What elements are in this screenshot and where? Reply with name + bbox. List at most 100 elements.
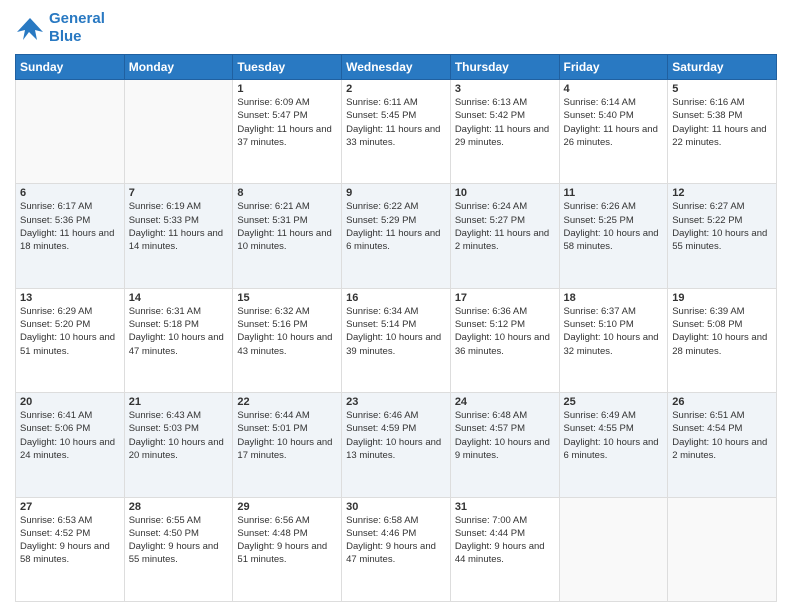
sunset-text: Sunset: 5:22 PM bbox=[672, 214, 772, 227]
sunset-text: Sunset: 4:54 PM bbox=[672, 422, 772, 435]
sunset-text: Sunset: 4:52 PM bbox=[20, 527, 120, 540]
daylight-text: Daylight: 11 hours and 33 minutes. bbox=[346, 123, 446, 150]
daylight-text: Daylight: 10 hours and 43 minutes. bbox=[237, 331, 337, 358]
sunrise-text: Sunrise: 6:36 AM bbox=[455, 305, 555, 318]
daylight-text: Daylight: 9 hours and 58 minutes. bbox=[20, 540, 120, 567]
sunrise-text: Sunrise: 6:16 AM bbox=[672, 96, 772, 109]
daylight-text: Daylight: 11 hours and 37 minutes. bbox=[237, 123, 337, 150]
week-row-4: 20Sunrise: 6:41 AMSunset: 5:06 PMDayligh… bbox=[16, 393, 777, 497]
day-number: 4 bbox=[564, 83, 664, 95]
sunset-text: Sunset: 5:06 PM bbox=[20, 422, 120, 435]
daylight-text: Daylight: 10 hours and 24 minutes. bbox=[20, 436, 120, 463]
calendar-cell: 15Sunrise: 6:32 AMSunset: 5:16 PMDayligh… bbox=[233, 288, 342, 392]
calendar-cell bbox=[124, 80, 233, 184]
day-number: 15 bbox=[237, 292, 337, 304]
sunset-text: Sunset: 4:59 PM bbox=[346, 422, 446, 435]
sunrise-text: Sunrise: 6:21 AM bbox=[237, 200, 337, 213]
daylight-text: Daylight: 10 hours and 2 minutes. bbox=[672, 436, 772, 463]
weekday-header-wednesday: Wednesday bbox=[342, 55, 451, 80]
day-number: 1 bbox=[237, 83, 337, 95]
sunset-text: Sunset: 4:57 PM bbox=[455, 422, 555, 435]
sunrise-text: Sunrise: 6:43 AM bbox=[129, 409, 229, 422]
sunset-text: Sunset: 5:38 PM bbox=[672, 109, 772, 122]
logo: General Blue bbox=[15, 10, 105, 46]
calendar-cell: 23Sunrise: 6:46 AMSunset: 4:59 PMDayligh… bbox=[342, 393, 451, 497]
daylight-text: Daylight: 10 hours and 58 minutes. bbox=[564, 227, 664, 254]
weekday-header-monday: Monday bbox=[124, 55, 233, 80]
sunset-text: Sunset: 4:55 PM bbox=[564, 422, 664, 435]
sunrise-text: Sunrise: 6:34 AM bbox=[346, 305, 446, 318]
logo-general: General bbox=[49, 10, 105, 27]
calendar-cell: 26Sunrise: 6:51 AMSunset: 4:54 PMDayligh… bbox=[668, 393, 777, 497]
sunset-text: Sunset: 5:12 PM bbox=[455, 318, 555, 331]
daylight-text: Daylight: 11 hours and 6 minutes. bbox=[346, 227, 446, 254]
sunrise-text: Sunrise: 6:41 AM bbox=[20, 409, 120, 422]
calendar-cell: 17Sunrise: 6:36 AMSunset: 5:12 PMDayligh… bbox=[450, 288, 559, 392]
day-number: 5 bbox=[672, 83, 772, 95]
logo-blue: Blue bbox=[49, 28, 105, 46]
calendar-cell: 22Sunrise: 6:44 AMSunset: 5:01 PMDayligh… bbox=[233, 393, 342, 497]
daylight-text: Daylight: 10 hours and 13 minutes. bbox=[346, 436, 446, 463]
day-number: 2 bbox=[346, 83, 446, 95]
sunrise-text: Sunrise: 6:11 AM bbox=[346, 96, 446, 109]
day-number: 26 bbox=[672, 396, 772, 408]
day-number: 7 bbox=[129, 187, 229, 199]
calendar-cell: 18Sunrise: 6:37 AMSunset: 5:10 PMDayligh… bbox=[559, 288, 668, 392]
sunrise-text: Sunrise: 6:22 AM bbox=[346, 200, 446, 213]
day-number: 14 bbox=[129, 292, 229, 304]
weekday-header-row: SundayMondayTuesdayWednesdayThursdayFrid… bbox=[16, 55, 777, 80]
day-number: 27 bbox=[20, 501, 120, 513]
daylight-text: Daylight: 10 hours and 39 minutes. bbox=[346, 331, 446, 358]
sunset-text: Sunset: 4:48 PM bbox=[237, 527, 337, 540]
sunrise-text: Sunrise: 7:00 AM bbox=[455, 514, 555, 527]
calendar-cell: 25Sunrise: 6:49 AMSunset: 4:55 PMDayligh… bbox=[559, 393, 668, 497]
day-number: 21 bbox=[129, 396, 229, 408]
daylight-text: Daylight: 9 hours and 51 minutes. bbox=[237, 540, 337, 567]
day-number: 6 bbox=[20, 187, 120, 199]
sunset-text: Sunset: 5:42 PM bbox=[455, 109, 555, 122]
sunset-text: Sunset: 5:31 PM bbox=[237, 214, 337, 227]
sunset-text: Sunset: 5:29 PM bbox=[346, 214, 446, 227]
calendar-cell: 30Sunrise: 6:58 AMSunset: 4:46 PMDayligh… bbox=[342, 497, 451, 601]
day-number: 12 bbox=[672, 187, 772, 199]
daylight-text: Daylight: 10 hours and 9 minutes. bbox=[455, 436, 555, 463]
calendar-cell: 13Sunrise: 6:29 AMSunset: 5:20 PMDayligh… bbox=[16, 288, 125, 392]
sunset-text: Sunset: 5:27 PM bbox=[455, 214, 555, 227]
sunset-text: Sunset: 5:03 PM bbox=[129, 422, 229, 435]
calendar-cell: 11Sunrise: 6:26 AMSunset: 5:25 PMDayligh… bbox=[559, 184, 668, 288]
daylight-text: Daylight: 10 hours and 32 minutes. bbox=[564, 331, 664, 358]
logo-text: General Blue bbox=[49, 10, 105, 46]
day-number: 30 bbox=[346, 501, 446, 513]
week-row-3: 13Sunrise: 6:29 AMSunset: 5:20 PMDayligh… bbox=[16, 288, 777, 392]
sunrise-text: Sunrise: 6:14 AM bbox=[564, 96, 664, 109]
day-number: 3 bbox=[455, 83, 555, 95]
sunset-text: Sunset: 5:45 PM bbox=[346, 109, 446, 122]
weekday-header-friday: Friday bbox=[559, 55, 668, 80]
daylight-text: Daylight: 11 hours and 14 minutes. bbox=[129, 227, 229, 254]
week-row-2: 6Sunrise: 6:17 AMSunset: 5:36 PMDaylight… bbox=[16, 184, 777, 288]
calendar-cell bbox=[16, 80, 125, 184]
sunset-text: Sunset: 4:50 PM bbox=[129, 527, 229, 540]
calendar-cell: 9Sunrise: 6:22 AMSunset: 5:29 PMDaylight… bbox=[342, 184, 451, 288]
sunrise-text: Sunrise: 6:29 AM bbox=[20, 305, 120, 318]
day-number: 10 bbox=[455, 187, 555, 199]
daylight-text: Daylight: 11 hours and 29 minutes. bbox=[455, 123, 555, 150]
calendar-cell: 4Sunrise: 6:14 AMSunset: 5:40 PMDaylight… bbox=[559, 80, 668, 184]
calendar-cell: 1Sunrise: 6:09 AMSunset: 5:47 PMDaylight… bbox=[233, 80, 342, 184]
sunset-text: Sunset: 5:16 PM bbox=[237, 318, 337, 331]
daylight-text: Daylight: 10 hours and 51 minutes. bbox=[20, 331, 120, 358]
sunset-text: Sunset: 5:20 PM bbox=[20, 318, 120, 331]
sunset-text: Sunset: 5:18 PM bbox=[129, 318, 229, 331]
calendar-cell bbox=[668, 497, 777, 601]
sunrise-text: Sunrise: 6:19 AM bbox=[129, 200, 229, 213]
sunrise-text: Sunrise: 6:55 AM bbox=[129, 514, 229, 527]
calendar-cell: 3Sunrise: 6:13 AMSunset: 5:42 PMDaylight… bbox=[450, 80, 559, 184]
day-number: 23 bbox=[346, 396, 446, 408]
calendar-cell: 21Sunrise: 6:43 AMSunset: 5:03 PMDayligh… bbox=[124, 393, 233, 497]
calendar-cell bbox=[559, 497, 668, 601]
daylight-text: Daylight: 10 hours and 20 minutes. bbox=[129, 436, 229, 463]
sunset-text: Sunset: 5:47 PM bbox=[237, 109, 337, 122]
weekday-header-sunday: Sunday bbox=[16, 55, 125, 80]
day-number: 25 bbox=[564, 396, 664, 408]
day-number: 11 bbox=[564, 187, 664, 199]
